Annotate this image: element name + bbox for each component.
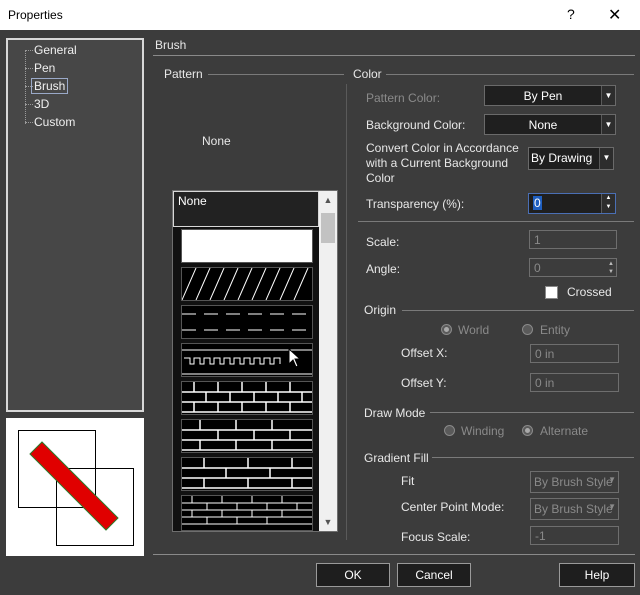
cancel-button[interactable]: Cancel	[397, 563, 471, 587]
pattern-option-fine-brick[interactable]	[181, 495, 313, 531]
spin-icon[interactable]: ▲ ▼	[601, 194, 615, 213]
convert-color-label-3: Color	[366, 171, 395, 185]
scale-label: Scale:	[366, 235, 400, 249]
convert-color-label-1: Convert Color in Accordance	[366, 141, 519, 155]
background-color-label: Background Color:	[366, 118, 466, 132]
pattern-option-solid[interactable]	[181, 229, 313, 263]
transparency-label: Transparency (%):	[366, 197, 465, 211]
alternate-label: Alternate	[540, 424, 589, 438]
scroll-up-icon[interactable]: ▲	[319, 191, 337, 209]
pattern-option-diagonal[interactable]	[181, 267, 313, 301]
winding-label: Winding	[461, 424, 505, 438]
pattern-list-scrollbar[interactable]: ▲ ▼	[319, 191, 337, 531]
help-button[interactable]: Help	[559, 563, 635, 587]
close-icon[interactable]: ✕	[608, 5, 621, 25]
chevron-down-icon: ▼	[601, 115, 615, 134]
draw-mode-header: Draw Mode	[364, 406, 426, 420]
ok-button[interactable]: OK	[316, 563, 390, 587]
focus-scale-field[interactable]: -1	[530, 526, 619, 545]
convert-color-select[interactable]: By Drawing ▼	[528, 147, 614, 170]
pattern-option-dashes[interactable]	[181, 305, 313, 339]
offset-x-field[interactable]: 0 in	[530, 344, 619, 363]
window-title: Properties	[8, 8, 63, 22]
crossed-checkbox[interactable]	[545, 286, 558, 299]
pattern-color-label: Pattern Color:	[366, 91, 441, 105]
origin-world-label: World	[458, 323, 490, 337]
chevron-down-icon: ▼	[601, 86, 615, 105]
fit-select[interactable]: By Brush Style ▼	[530, 471, 619, 493]
scroll-thumb[interactable]	[321, 213, 335, 243]
tree-item-brush[interactable]: Brush	[31, 78, 69, 94]
origin-entity-radio[interactable]	[522, 324, 533, 335]
brush-preview	[6, 418, 144, 556]
center-point-label: Center Point Mode:	[401, 500, 505, 514]
convert-color-label-2: with a Current Background	[366, 156, 509, 170]
pattern-header: Pattern	[164, 67, 203, 81]
transparency-spinner[interactable]: 0 ▲ ▼	[528, 193, 616, 214]
focus-scale-label: Focus Scale:	[401, 530, 471, 544]
tree-item-custom[interactable]: Custom	[34, 115, 75, 129]
color-header: Color	[353, 67, 382, 81]
current-pattern-name: None	[202, 134, 231, 148]
spin-icon[interactable]: ▲ ▼	[608, 260, 614, 276]
origin-header: Origin	[364, 303, 397, 317]
origin-entity-label: Entity	[540, 323, 571, 337]
category-tree[interactable]: General Pen Brush 3D Custom	[6, 38, 144, 412]
chevron-down-icon: ▼	[599, 148, 613, 169]
tree-item-3d[interactable]: 3D	[34, 97, 49, 111]
pattern-color-select[interactable]: By Pen ▼	[484, 85, 616, 106]
tree-item-pen[interactable]: Pen	[34, 61, 55, 75]
origin-world-radio[interactable]	[441, 324, 452, 335]
background-color-select[interactable]: None ▼	[484, 114, 616, 135]
pattern-option-brick-3[interactable]	[181, 457, 313, 491]
center-point-select[interactable]: By Brush Style ▼	[530, 498, 619, 520]
offset-x-label: Offset X:	[401, 346, 448, 360]
scroll-down-icon[interactable]: ▼	[319, 513, 337, 531]
preview-stroke	[29, 441, 119, 531]
chevron-down-icon: ▼	[608, 502, 616, 511]
pattern-option-none[interactable]: None	[173, 191, 319, 227]
fit-label: Fit	[401, 474, 415, 488]
pattern-list[interactable]: None ▲ ▼	[172, 190, 338, 532]
scale-field[interactable]: 1	[529, 230, 617, 249]
angle-spinner[interactable]: 0 ▲ ▼	[529, 258, 617, 277]
help-icon[interactable]: ?	[567, 6, 575, 22]
gradient-header: Gradient Fill	[364, 451, 429, 465]
title-bar: Properties ? ✕	[0, 0, 640, 30]
offset-y-label: Offset Y:	[401, 376, 447, 390]
pattern-option-brick-2[interactable]	[181, 419, 313, 453]
panel-title: Brush	[155, 38, 187, 52]
tree-item-general[interactable]: General	[34, 43, 77, 57]
crossed-label: Crossed	[567, 285, 612, 299]
mouse-cursor-icon	[288, 348, 302, 368]
angle-label: Angle:	[366, 262, 401, 276]
offset-y-field[interactable]: 0 in	[530, 373, 619, 392]
pattern-option-brick[interactable]	[181, 381, 313, 415]
winding-radio[interactable]	[444, 425, 455, 436]
alternate-radio[interactable]	[522, 425, 533, 436]
chevron-down-icon: ▼	[608, 475, 616, 484]
